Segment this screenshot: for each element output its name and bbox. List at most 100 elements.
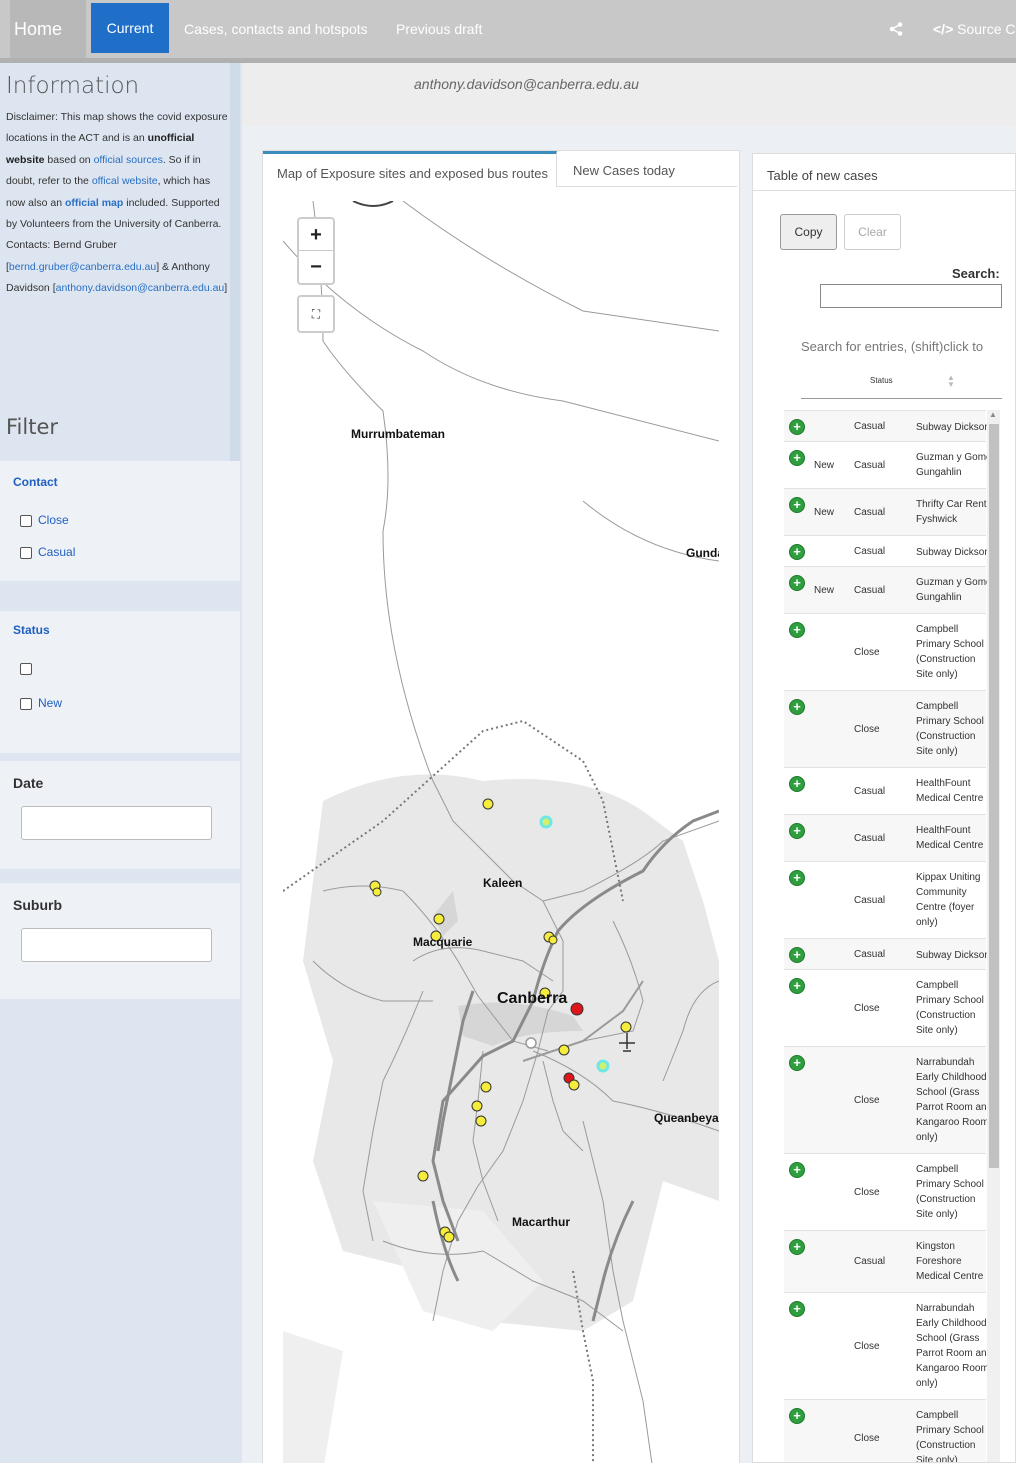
expand-row-icon[interactable]: + [789,419,805,435]
expand-row-icon[interactable]: + [789,450,805,466]
cell-place: Guzman y Gomez Gungahlin [916,575,988,605]
exposure-marker[interactable] [417,1170,429,1182]
expand-row-icon[interactable]: + [789,776,805,792]
cell-contact: Casual [854,786,886,797]
email-bernd-link[interactable]: bernd.gruber@canberra.edu.au [9,261,156,273]
exposure-marker[interactable] [620,1021,632,1033]
expand-row-icon[interactable]: + [789,575,805,591]
table-row[interactable]: + Close Narrabundah Early Childhood School (… [784,1292,988,1399]
table-row[interactable]: + Casual HealthFount Medical Centre [784,814,986,861]
sort-icon[interactable]: ▲ ▼ [947,374,955,389]
place-line: Primary School [916,995,984,1006]
share-icon[interactable] [889,0,907,52]
cell-contact: Close [854,1187,880,1198]
exposure-marker[interactable] [482,798,494,810]
nav-home[interactable]: Home [10,0,86,58]
place-line: only) [916,1378,938,1389]
nav-previous-draft[interactable]: Previous draft [396,0,482,52]
exposure-marker[interactable] [443,1231,455,1243]
search-input[interactable] [820,284,1002,308]
tab-new-cases-today[interactable]: New Cases today [573,151,675,187]
place-line: Thrifty Car Rental [916,499,988,510]
tab-map-exposure[interactable]: Map of Exposure sites and exposed bus ro… [263,151,557,187]
zoom-in-button[interactable]: + [299,219,333,251]
map-label-murrumbateman: Murrumbateman [351,427,446,441]
official-website-link[interactable]: offical website [92,175,158,187]
expand-row-icon[interactable]: + [789,947,805,963]
expand-row-icon[interactable]: + [789,622,805,638]
disclaimer-text: Disclaimer: This map shows the covid exp… [6,107,230,300]
new-exposure-marker[interactable] [596,1059,610,1073]
checkbox[interactable] [20,547,32,559]
nav-source-code[interactable]: </> Source Co [933,0,1016,52]
checkbox[interactable] [20,515,32,527]
new-exposure-marker[interactable] [539,815,553,829]
table-row[interactable]: + Casual HealthFount Medical Centre [784,767,986,814]
expand-row-icon[interactable]: + [789,1239,805,1255]
exposure-marker[interactable] [548,935,558,945]
checkbox[interactable] [20,663,32,675]
date-input[interactable] [21,806,212,840]
table-row[interactable]: + Casual Kippax Uniting Community Centre (fo… [784,861,986,938]
exposure-map[interactable]: + − ⛶ Murrumbateman Gunda Kaleen Macquar… [283,201,719,1463]
table-row[interactable]: + Close Narrabundah Early Childhood School (… [784,1046,988,1153]
exposure-marker[interactable] [471,1100,483,1112]
nav-current[interactable]: Current [91,3,169,53]
expand-row-icon[interactable]: + [789,1055,805,1071]
place-line: Kippax Uniting [916,872,981,883]
table-row[interactable]: + Casual Subway Dickson [784,938,988,969]
zoom-out-button[interactable]: − [299,251,333,283]
exposure-marker[interactable] [372,887,382,897]
place-line: Subway Dickson [916,950,988,961]
place-line: Narrabundah [916,1303,975,1314]
expand-row-icon[interactable]: + [789,544,805,560]
fullscreen-button[interactable]: ⛶ [297,295,335,333]
table-row[interactable]: + Close Campbell Primary School (Constructio… [784,613,986,690]
expand-row-icon[interactable]: + [789,1301,805,1317]
exposure-marker[interactable] [475,1115,487,1127]
column-header-status[interactable]: Status [870,376,893,385]
email-anthony-link[interactable]: anthony.davidson@canberra.edu.au [56,282,225,294]
map-edge-curve [352,201,394,207]
exposure-marker[interactable] [570,1002,584,1016]
suburb-input[interactable] [21,928,212,962]
table-row[interactable]: + New Casual Guzman y Gomez Gungahlin [784,441,988,488]
expand-row-icon[interactable]: + [789,497,805,513]
cell-place: Subway Dickson [916,545,988,560]
table-row[interactable]: + Casual Kingston Foreshore Medical Centre [784,1230,986,1292]
exposure-marker[interactable] [558,1044,570,1056]
nav-cases-contacts-hotspots[interactable]: Cases, contacts and hotspots [184,0,368,52]
checkbox[interactable] [20,698,32,710]
scroll-up-arrow[interactable]: ▲ [989,410,997,419]
place-line: (Construction [916,654,976,665]
exposure-marker[interactable] [480,1081,492,1093]
expand-row-icon[interactable]: + [789,1162,805,1178]
table-row[interactable]: + Close Campbell Primary School (Constructio… [784,690,986,767]
clear-button[interactable]: Clear [844,214,901,250]
header-divider [801,398,1002,399]
expand-row-icon[interactable]: + [789,978,805,994]
scroll-thumb[interactable] [989,424,999,1168]
expand-row-icon[interactable]: + [789,823,805,839]
expand-row-icon[interactable]: + [789,699,805,715]
table-row[interactable]: + Casual Subway Dickson [784,410,988,441]
expand-row-icon[interactable]: + [789,870,805,886]
table-row[interactable]: + Close Campbell Primary School (Constructio… [784,1153,986,1230]
table-row[interactable]: + Close Campbell Primary School (Constructio… [784,969,986,1046]
cell-contact: Close [854,1095,880,1106]
table-scrollbar[interactable]: ▲ [987,410,1000,1462]
table-row[interactable]: + New Casual Thrifty Car Rental Fyshwick [784,488,988,535]
copy-button[interactable]: Copy [780,214,837,250]
place-line: Kangaroo Room [916,1117,988,1128]
place-line: Kingston [916,1241,955,1252]
exposure-marker[interactable] [568,1079,580,1091]
map-label-macquarie: Macquarie [413,935,473,949]
official-sources-link[interactable]: official sources [94,154,163,166]
cell-place: Subway Dickson [916,948,988,963]
exposure-marker[interactable] [433,913,445,925]
official-map-link[interactable]: official map [65,197,123,209]
table-row[interactable]: + New Casual Guzman y Gomez Gungahlin [784,566,988,613]
table-row[interactable]: + Casual Subway Dickson [784,535,988,566]
table-row[interactable]: + Close Campbell Primary School (Constructio… [784,1399,986,1462]
expand-row-icon[interactable]: + [789,1408,805,1424]
